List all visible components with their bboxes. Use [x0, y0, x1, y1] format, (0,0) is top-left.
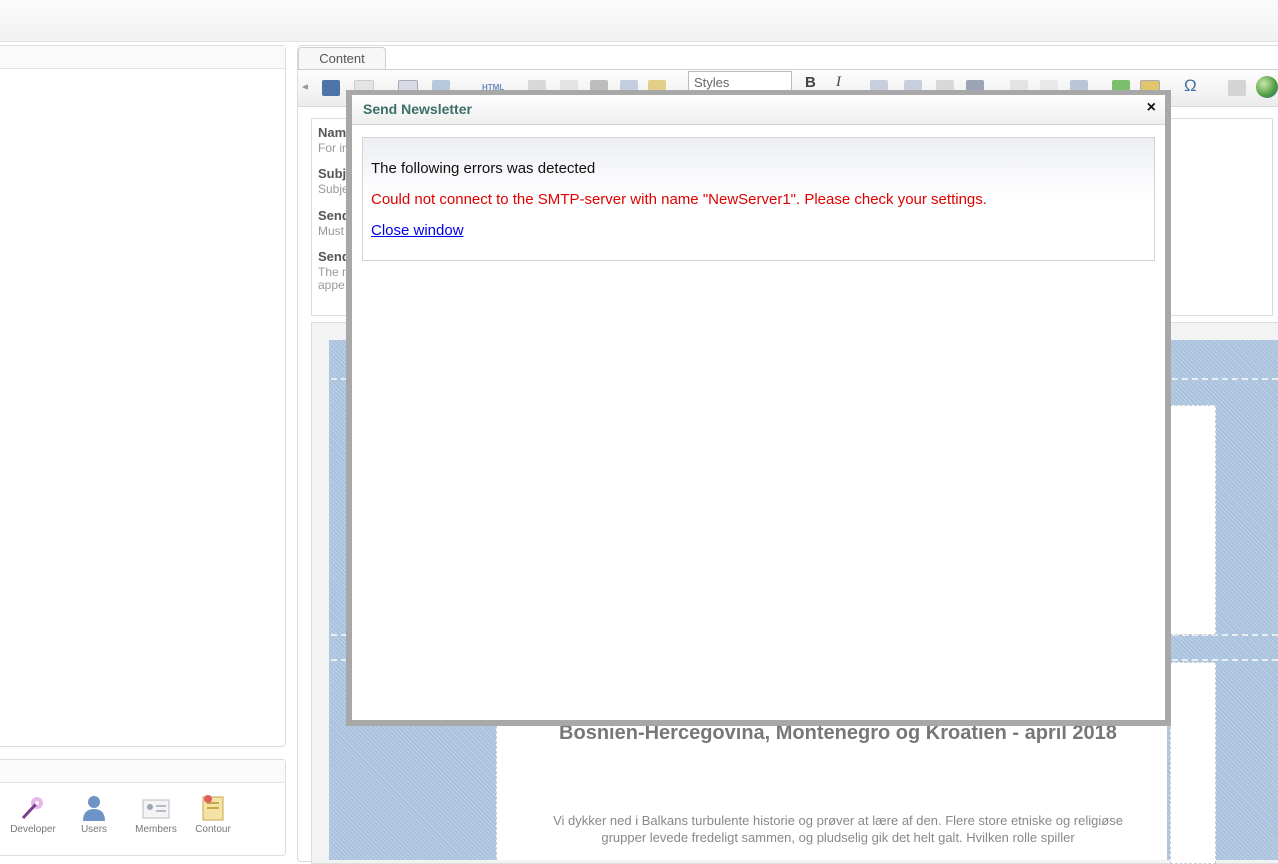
eraser-icon[interactable] — [1228, 80, 1246, 96]
section-contour[interactable]: Contour — [185, 794, 241, 835]
close-window-link[interactable]: Close window — [371, 222, 464, 239]
section-label: Users — [80, 824, 108, 835]
section-label: Developer — [10, 824, 56, 835]
tree-panel-header — [0, 46, 285, 69]
content-tree-panel — [0, 45, 286, 747]
close-icon[interactable]: × — [1147, 99, 1156, 117]
developer-icon — [19, 794, 47, 822]
section-users[interactable]: Users — [66, 794, 122, 835]
subject-field-hint: Subje — [318, 182, 349, 196]
section-developer[interactable]: Developer — [5, 794, 61, 835]
tab-content[interactable]: Content — [298, 47, 386, 70]
sections-panel-header — [0, 760, 285, 783]
newsletter-body: Vi dykker ned i Balkans turbulente histo… — [553, 813, 1123, 845]
users-icon — [80, 794, 108, 822]
special-character-icon[interactable]: Ω — [1184, 77, 1202, 95]
newsletter-sidebar-block — [1170, 405, 1216, 635]
dialog-titlebar: Send Newsletter × — [352, 95, 1165, 125]
tab-label: Content — [319, 51, 365, 66]
section-members[interactable]: Members — [128, 794, 184, 835]
sender-name-field-hint: The n — [318, 265, 349, 279]
globe-icon[interactable] — [1256, 76, 1278, 98]
contour-icon — [199, 794, 227, 822]
name-field-label: Nam — [318, 125, 347, 140]
name-field-hint: For in — [318, 141, 349, 155]
error-message-box: The following errors was detected Could … — [362, 137, 1155, 261]
newsletter-sidebar-block — [1170, 662, 1216, 864]
dialog-title: Send Newsletter — [363, 101, 472, 117]
sender-email-field-hint: Must — [318, 224, 345, 238]
italic-button[interactable]: I — [836, 74, 841, 91]
error-heading: The following errors was detected — [371, 160, 596, 177]
top-bar — [0, 0, 1278, 42]
bold-button[interactable]: B — [805, 74, 816, 91]
subject-field-label: Subj — [318, 166, 347, 181]
save-icon[interactable] — [322, 80, 340, 96]
members-icon — [142, 794, 170, 822]
section-label: Contour — [195, 824, 231, 835]
sender-name-field-hint-cont: appe — [318, 278, 345, 292]
section-label: Members — [135, 824, 177, 835]
sections-panel: Developer Users Members Contour — [0, 759, 286, 856]
error-message: Could not connect to the SMTP-server wit… — [371, 191, 987, 208]
send-newsletter-dialog: Send Newsletter × The following errors w… — [352, 95, 1165, 720]
toolbar-scroll-left-icon[interactable] — [302, 84, 308, 90]
